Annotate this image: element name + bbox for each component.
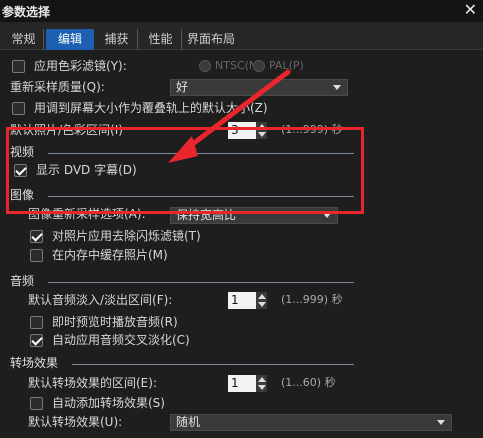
- annotation-arrow: [168, 69, 291, 163]
- arrow-head: [168, 136, 198, 163]
- arrow-shaft: [179, 69, 291, 155]
